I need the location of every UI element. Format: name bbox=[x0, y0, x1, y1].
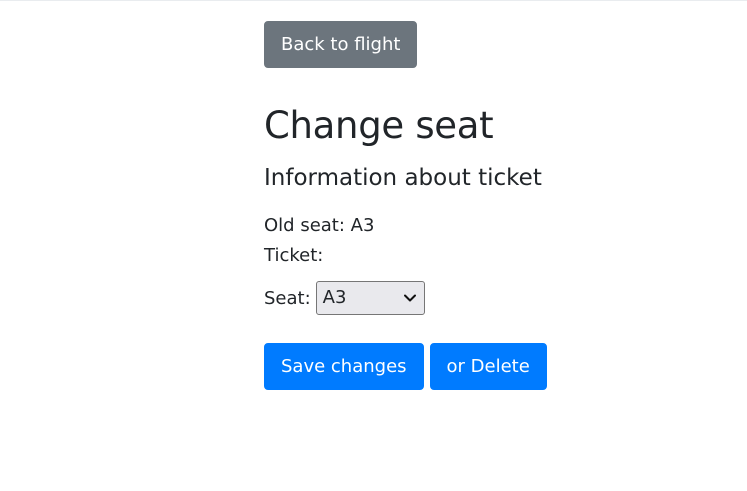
seat-select[interactable]: A3 bbox=[315, 281, 425, 315]
back-to-flight-button[interactable]: Back to flight bbox=[264, 21, 418, 68]
form-actions: Save changes or Delete bbox=[264, 343, 684, 390]
ticket-line: Ticket: bbox=[264, 241, 684, 271]
top-divider bbox=[0, 0, 747, 1]
seat-field-row: Seat: A3 bbox=[264, 281, 684, 315]
page-content: Back to flight Change seat Information a… bbox=[264, 21, 684, 390]
delete-button[interactable]: or Delete bbox=[429, 343, 547, 390]
seat-label: Seat: bbox=[264, 287, 311, 309]
seat-select-value: A3 bbox=[322, 287, 347, 308]
ticket-info: Old seat: A3 Ticket: bbox=[264, 211, 684, 271]
page-title: Change seat bbox=[264, 104, 494, 147]
old-seat-label: Old seat: bbox=[264, 215, 345, 236]
save-changes-button[interactable]: Save changes bbox=[264, 343, 424, 390]
old-seat-value: A3 bbox=[350, 215, 375, 236]
section-title: Information about ticket bbox=[264, 165, 542, 191]
old-seat-line: Old seat: A3 bbox=[264, 211, 684, 241]
chevron-down-icon bbox=[403, 282, 416, 314]
ticket-label: Ticket: bbox=[264, 245, 324, 266]
